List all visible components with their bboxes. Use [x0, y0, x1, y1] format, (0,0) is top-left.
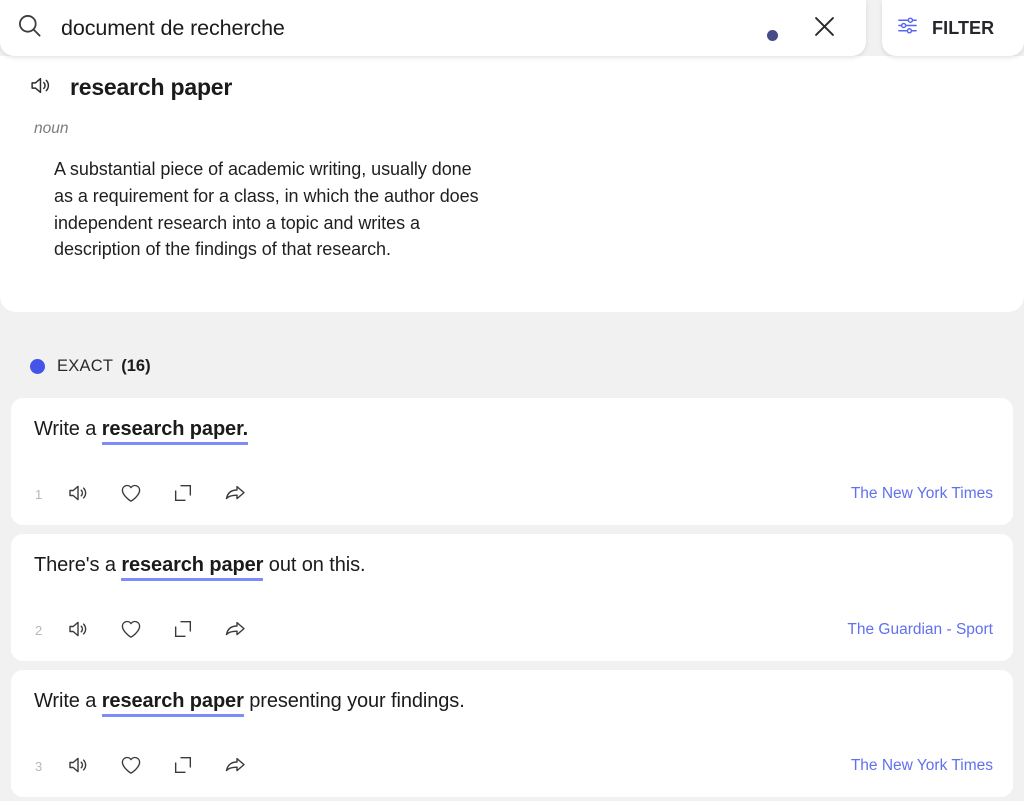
- result-card[interactable]: Write a research paper presenting your f…: [11, 670, 1013, 797]
- result-share-button[interactable]: [217, 479, 253, 509]
- result-expand-button[interactable]: [165, 615, 201, 645]
- results-panel: EXACT (16) Write a research paper. 1: [0, 332, 1024, 801]
- result-source-link[interactable]: The New York Times: [851, 485, 993, 503]
- sentence-highlight: research paper.: [102, 418, 248, 445]
- result-expand-button[interactable]: [165, 751, 201, 781]
- sentence-prefix: There's a: [34, 554, 121, 576]
- expand-icon: [172, 482, 194, 507]
- definition-term: research paper: [70, 74, 232, 101]
- definition-card: research paper noun A substantial piece …: [0, 56, 1024, 312]
- result-share-button[interactable]: [217, 751, 253, 781]
- result-card[interactable]: Write a research paper. 1: [11, 398, 1013, 525]
- sliders-icon: [896, 14, 919, 42]
- result-favorite-button[interactable]: [113, 751, 149, 781]
- result-source-link[interactable]: The Guardian - Sport: [847, 621, 993, 639]
- heart-icon: [119, 617, 143, 644]
- search-icon: [16, 12, 43, 44]
- definition-speaker-button[interactable]: [26, 72, 56, 102]
- result-footer: 3: [31, 751, 993, 781]
- exact-label: EXACT: [57, 357, 113, 376]
- speaker-icon: [67, 481, 91, 508]
- heart-icon: [119, 753, 143, 780]
- result-speaker-button[interactable]: [61, 615, 97, 645]
- exact-section-header: EXACT (16): [11, 332, 1013, 398]
- result-favorite-button[interactable]: [113, 615, 149, 645]
- sentence-highlight: research paper: [102, 690, 244, 717]
- speaker-icon: [67, 753, 91, 780]
- exact-match-dot: [30, 359, 45, 374]
- result-footer: 2: [31, 615, 993, 645]
- sentence-prefix: Write a: [34, 690, 102, 712]
- expand-icon: [172, 754, 194, 779]
- result-sentence: Write a research paper presenting your f…: [31, 688, 993, 714]
- speaker-icon: [29, 73, 54, 101]
- share-icon: [223, 481, 247, 508]
- definition-text: A substantial piece of academic writing,…: [54, 156, 494, 263]
- result-sentence: There's a research paper out on this.: [31, 552, 993, 578]
- heart-icon: [119, 481, 143, 508]
- sentence-suffix: presenting your findings.: [244, 690, 465, 712]
- sentence-highlight: research paper: [121, 554, 263, 581]
- result-index: 3: [31, 759, 53, 774]
- speaker-icon: [67, 617, 91, 644]
- close-icon: [811, 13, 838, 43]
- results-list: Write a research paper. 1: [11, 398, 1013, 797]
- sentence-suffix: out on this.: [263, 554, 365, 576]
- result-source-link[interactable]: The New York Times: [851, 757, 993, 775]
- result-index: 1: [31, 487, 53, 502]
- search-box[interactable]: [0, 0, 866, 56]
- result-share-button[interactable]: [217, 615, 253, 645]
- clear-search-button[interactable]: [804, 8, 844, 48]
- filter-button[interactable]: FILTER: [882, 0, 1024, 56]
- result-card[interactable]: There's a research paper out on this. 2: [11, 534, 1013, 661]
- result-footer: 1: [31, 479, 993, 509]
- filter-label: FILTER: [932, 18, 994, 39]
- share-icon: [223, 617, 247, 644]
- sentence-prefix: Write a: [34, 418, 102, 440]
- search-bar-row: FILTER: [0, 0, 1024, 56]
- result-expand-button[interactable]: [165, 479, 201, 509]
- language-indicator-dot: [767, 30, 778, 41]
- part-of-speech: noun: [34, 120, 1004, 138]
- expand-icon: [172, 618, 194, 643]
- search-input[interactable]: [61, 16, 759, 41]
- result-sentence: Write a research paper.: [31, 416, 993, 442]
- result-favorite-button[interactable]: [113, 479, 149, 509]
- share-icon: [223, 753, 247, 780]
- result-index: 2: [31, 623, 53, 638]
- result-speaker-button[interactable]: [61, 479, 97, 509]
- exact-count: (16): [121, 357, 150, 376]
- definition-header: research paper: [20, 72, 1004, 102]
- result-speaker-button[interactable]: [61, 751, 97, 781]
